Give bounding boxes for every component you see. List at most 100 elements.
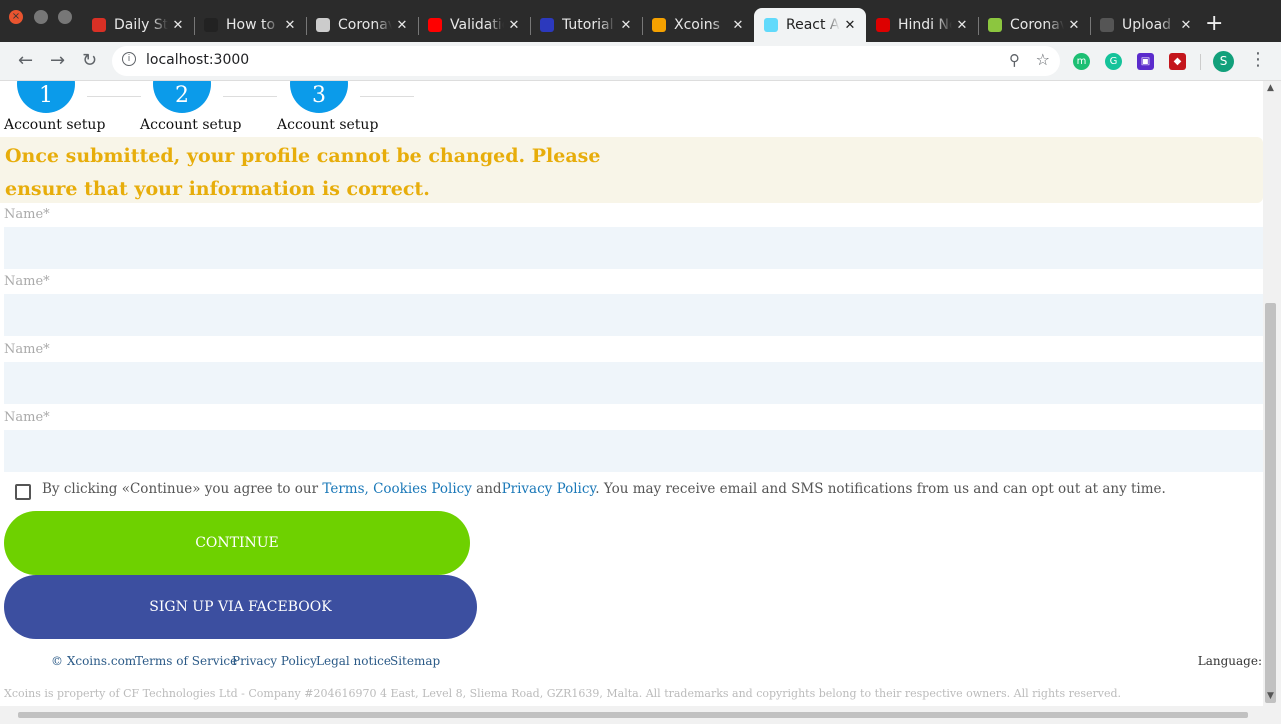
new-tab-button[interactable]: + (1205, 13, 1223, 35)
toolbar-divider (1200, 54, 1201, 70)
privacy-link[interactable]: Privacy Policy (502, 481, 596, 497)
xcoins-icon (652, 18, 666, 32)
grammarly-icon[interactable]: G (1105, 53, 1122, 70)
tab-coronavirus[interactable]: Coronavirus✕ (306, 8, 418, 42)
notice-banner: Once submitted, your profile cannot be c… (0, 137, 1263, 203)
name-input[interactable] (4, 294, 1263, 336)
tab-separator (530, 17, 531, 35)
youtube-icon (428, 18, 442, 32)
step-connector (223, 96, 277, 97)
horizontal-scrollbar[interactable] (0, 706, 1263, 724)
step-circle-2: 2 (153, 81, 211, 113)
screen-recorder-icon[interactable]: ▣ (1137, 53, 1154, 70)
codesandbox-icon (204, 18, 218, 32)
tab-coronavirus[interactable]: Coronavirus✕ (978, 8, 1090, 42)
menu-kebab-icon[interactable]: ⋮ (1249, 50, 1267, 70)
back-icon[interactable]: ← (18, 51, 33, 71)
step-label-2: Account setup (140, 117, 242, 133)
tab-upload[interactable]: Upload ✕ (1090, 8, 1202, 42)
continue-button[interactable]: CONTINUE (4, 511, 470, 575)
footer-link-2[interactable]: Terms of Service (135, 654, 237, 668)
language-label[interactable]: Language: (1198, 654, 1262, 668)
close-tab-icon[interactable]: ✕ (952, 18, 972, 33)
tab-label: Hindi News (898, 17, 952, 33)
page-content: 1 Account setup 2 Account setup 3 Account set… (0, 81, 1263, 724)
github-icon (1100, 18, 1114, 32)
step-circle-1: 1 (17, 81, 75, 113)
om-icon (876, 18, 890, 32)
reload-icon[interactable]: ↻ (82, 51, 97, 71)
extension-red-icon[interactable]: ◆ (1169, 53, 1186, 70)
terms-suffix: . You may receive email and SMS notifica… (595, 481, 1166, 497)
footer-link-5[interactable]: Sitemap (390, 654, 440, 668)
footer-link-1[interactable]: © Xcoins.com (51, 654, 136, 668)
step-connector (360, 96, 414, 97)
tab-label: Coronavirus (338, 17, 392, 33)
bookmark-star-icon[interactable]: ☆ (1036, 50, 1050, 69)
vertical-scroll-thumb[interactable] (1265, 303, 1276, 703)
scroll-up-icon[interactable]: ▲ (1267, 83, 1274, 93)
name-input[interactable] (4, 362, 1263, 404)
tab-hindi-news[interactable]: Hindi News✕ (866, 8, 978, 42)
step-label-3: Account setup (277, 117, 379, 133)
close-tab-icon[interactable]: ✕ (168, 18, 188, 33)
extension-m-icon[interactable]: m (1073, 53, 1090, 70)
tab-label: Validation (450, 17, 504, 33)
tab-label: React App (786, 17, 840, 33)
close-tab-icon[interactable]: ✕ (504, 18, 524, 33)
name-input[interactable] (4, 430, 1263, 472)
terms-checkbox[interactable] (15, 484, 31, 500)
url-text[interactable]: localhost:3000 (146, 52, 249, 68)
step-connector (87, 96, 141, 97)
name-field-label: Name* (4, 342, 50, 357)
terms-prefix: By clicking «Continue» you agree to our (42, 481, 323, 497)
scroll-down-icon[interactable]: ▼ (1267, 691, 1274, 701)
tab-separator (306, 17, 307, 35)
react-icon (764, 18, 778, 32)
tab-label: Upload (1122, 17, 1172, 33)
upwork-icon (988, 18, 1002, 32)
ethereum-icon (540, 18, 554, 32)
tab-daily-stand-up[interactable]: Daily Stand-up✕ (82, 8, 194, 42)
tab-validation[interactable]: Validation✕ (418, 8, 530, 42)
tab-label: Coronavirus (1010, 17, 1064, 33)
tab-tutorial[interactable]: Tutorial ✕ (530, 8, 642, 42)
name-input[interactable] (4, 227, 1263, 269)
globe-icon (316, 18, 330, 32)
footer-link-3[interactable]: Privacy Policy (232, 654, 317, 668)
close-tab-icon[interactable]: ✕ (1176, 18, 1196, 33)
step-label-1: Account setup (4, 117, 106, 133)
name-field-label: Name* (4, 207, 50, 222)
close-tab-icon[interactable]: ✕ (280, 18, 300, 33)
close-tab-icon[interactable]: ✕ (1064, 18, 1084, 33)
maximize-window-icon[interactable] (58, 10, 72, 24)
facebook-signup-button[interactable]: SIGN UP VIA FACEBOOK (4, 575, 477, 639)
minimize-window-icon[interactable] (34, 10, 48, 24)
close-tab-icon[interactable]: ✕ (728, 18, 748, 33)
gmail-icon (92, 18, 106, 32)
address-bar[interactable]: i localhost:3000 ⚲ ☆ (112, 46, 1060, 76)
tab-separator (1090, 17, 1091, 35)
browser-toolbar: ← → ↻ i localhost:3000 ⚲ ☆ m G ▣ ◆ S ⋮ (0, 42, 1281, 81)
info-icon[interactable]: i (122, 52, 136, 66)
terms-and: and (471, 481, 502, 497)
close-tab-icon[interactable]: ✕ (840, 18, 860, 33)
tab-react-app[interactable]: React App✕ (754, 8, 866, 42)
tab-xcoins[interactable]: Xcoins ✕ (642, 8, 754, 42)
close-tab-icon[interactable]: ✕ (616, 18, 636, 33)
step-circle-3: 3 (290, 81, 348, 113)
legal-text: Xcoins is property of CF Technologies Lt… (4, 687, 1122, 700)
vertical-scrollbar[interactable]: ▲ ▼ (1263, 81, 1281, 724)
tab-separator (642, 17, 643, 35)
close-tab-icon[interactable]: ✕ (392, 18, 412, 33)
footer-link-4[interactable]: Legal notice (316, 654, 391, 668)
terms-link[interactable]: Terms, Cookies Policy (322, 481, 472, 497)
horizontal-scroll-thumb[interactable] (18, 712, 1248, 718)
tab-label: Tutorial (562, 17, 614, 33)
tab-how-to[interactable]: How to ✕ (194, 8, 306, 42)
zoom-icon[interactable]: ⚲ (1009, 51, 1020, 69)
close-window-icon[interactable]: × (9, 10, 23, 24)
forward-icon[interactable]: → (50, 51, 65, 71)
profile-avatar[interactable]: S (1213, 51, 1234, 72)
tab-separator (418, 17, 419, 35)
